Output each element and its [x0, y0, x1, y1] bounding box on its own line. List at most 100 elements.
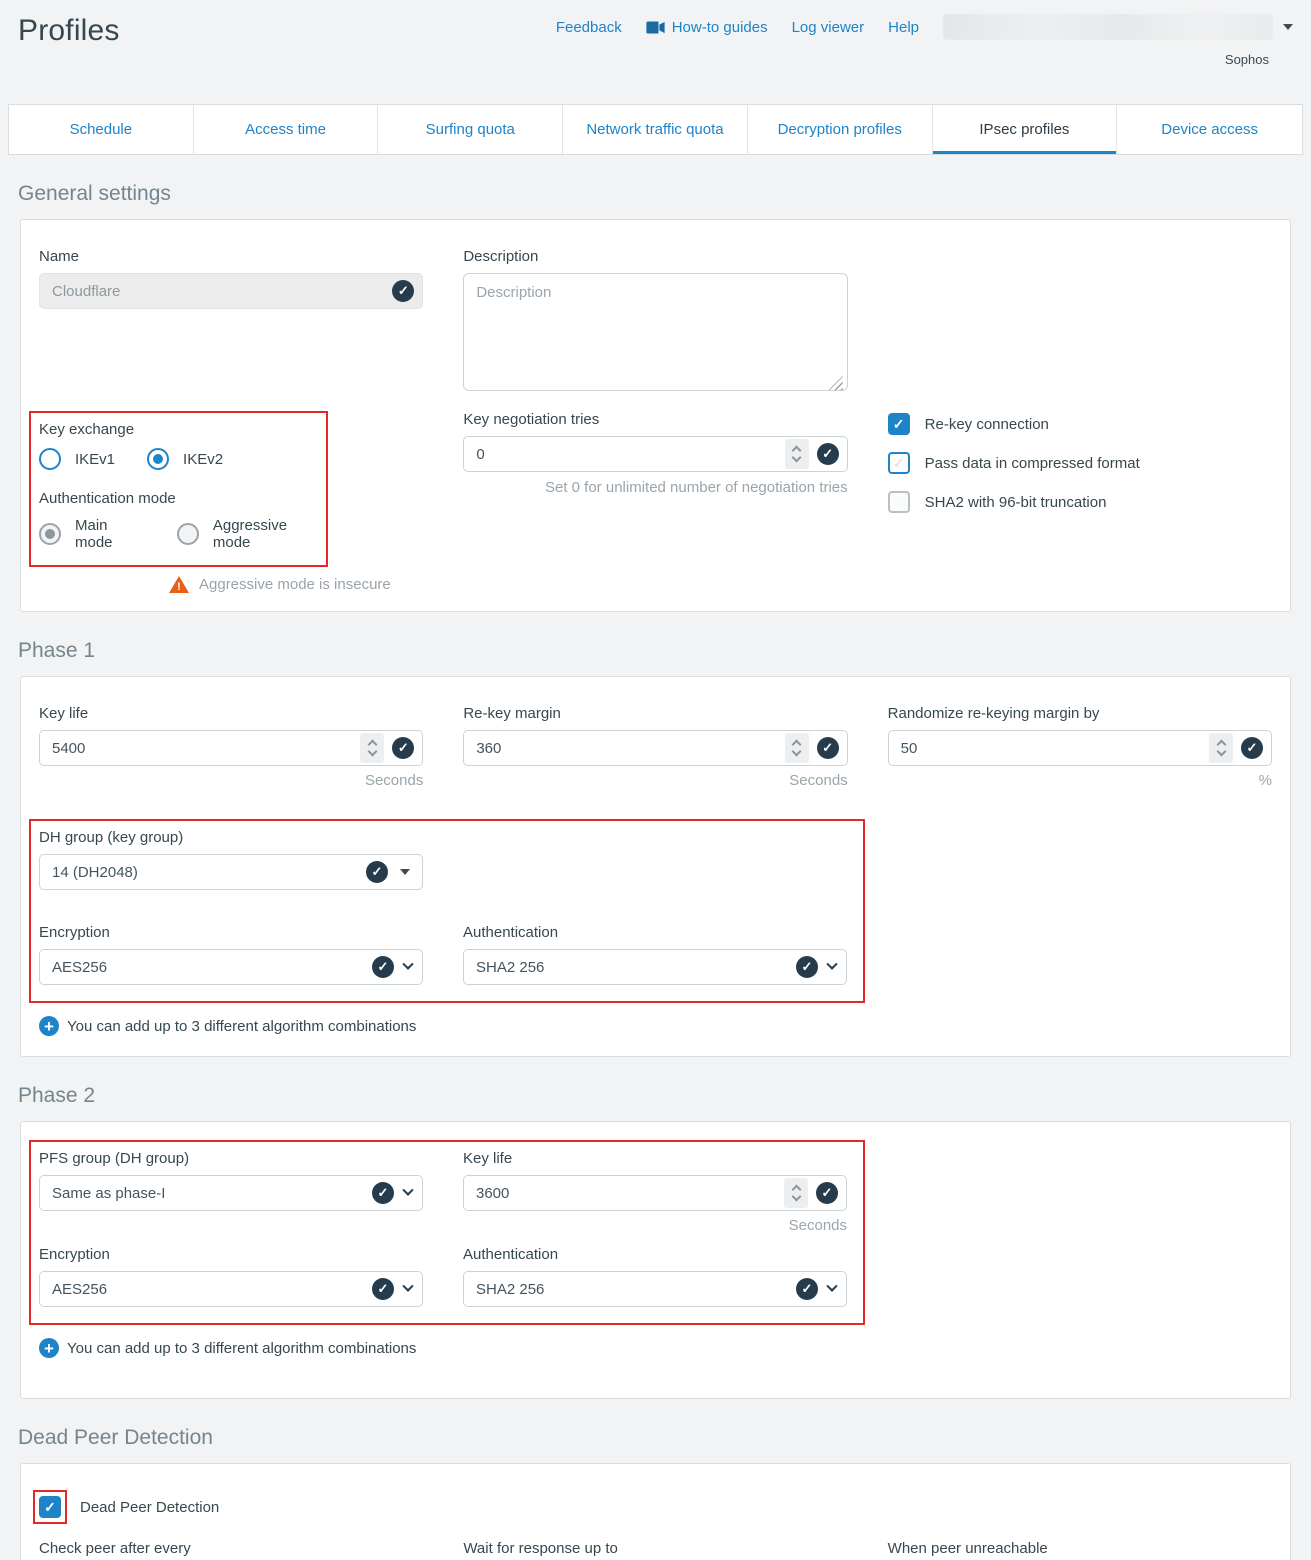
tab-decryption-profiles[interactable]: Decryption profiles: [748, 105, 933, 154]
tab-ipsec-profiles[interactable]: IPsec profiles: [933, 105, 1118, 154]
number-stepper[interactable]: [1209, 733, 1233, 763]
number-stepper[interactable]: [785, 439, 809, 469]
log-viewer-link[interactable]: Log viewer: [792, 19, 865, 36]
valid-check-icon: ✓: [796, 956, 818, 978]
account-menu[interactable]: [943, 14, 1293, 40]
video-camera-icon: [646, 21, 665, 34]
dpd-heading: Dead Peer Detection: [18, 1426, 1293, 1450]
aggressive-mode-label: Aggressive mode: [213, 517, 322, 551]
general-settings-card: Name Cloudflare ✓ Description Key exchan…: [20, 219, 1291, 612]
tab-surfing-quota[interactable]: Surfing quota: [378, 105, 563, 154]
name-label: Name: [39, 248, 423, 265]
p2-pfs-label: PFS group (DH group): [39, 1150, 423, 1167]
rekey-connection-checkbox[interactable]: ✓: [888, 413, 910, 435]
description-field[interactable]: [463, 273, 847, 391]
p2-key-life-input[interactable]: 3600 ✓: [463, 1175, 847, 1211]
chevron-down-icon: [402, 1185, 413, 1196]
p1-dh-group-label: DH group (key group): [39, 829, 423, 846]
valid-check-icon: ✓: [372, 1278, 394, 1300]
warning-icon: [169, 576, 189, 593]
tab-schedule[interactable]: Schedule: [9, 105, 194, 154]
dpd-toggle-label: Dead Peer Detection: [80, 1499, 219, 1516]
key-negotiation-label: Key negotiation tries: [463, 411, 847, 428]
profile-tabbar: Schedule Access time Surfing quota Netwo…: [8, 104, 1303, 155]
dpd-checkbox-annotation-box: ✓: [33, 1490, 67, 1524]
key-negotiation-input[interactable]: 0 ✓: [463, 436, 847, 472]
p2-authentication-select[interactable]: SHA2 256 ✓: [463, 1271, 847, 1307]
dropdown-caret-icon: [400, 869, 410, 875]
key-exchange-label: Key exchange: [39, 421, 322, 438]
valid-check-icon: ✓: [392, 737, 414, 759]
radio-aggressive-mode: [177, 523, 199, 545]
p1-authentication-select[interactable]: SHA2 256 ✓: [463, 949, 847, 985]
valid-check-icon: ✓: [372, 956, 394, 978]
p2-key-life-unit: Seconds: [463, 1217, 847, 1234]
p1-key-life-label: Key life: [39, 705, 423, 722]
dpd-card: ✓ Dead Peer Detection Check peer after e…: [20, 1463, 1291, 1560]
radio-ikev1[interactable]: [39, 448, 61, 470]
valid-check-icon: ✓: [1241, 737, 1263, 759]
p1-dh-group-select[interactable]: 14 (DH2048) ✓: [39, 854, 423, 890]
peer-unreachable-label: When peer unreachable: [888, 1540, 1272, 1557]
description-label: Description: [463, 248, 847, 265]
p2-add-note: You can add up to 3 different algorithm …: [67, 1340, 416, 1357]
chevron-down-icon: [402, 1281, 413, 1292]
aggressive-warning-text: Aggressive mode is insecure: [199, 576, 391, 593]
p1-key-life-input[interactable]: 5400 ✓: [39, 730, 423, 766]
p1-algorithms-annotation-box: DH group (key group) 14 (DH2048) ✓ Encry…: [29, 819, 865, 1003]
number-stepper[interactable]: [360, 733, 384, 763]
tab-access-time[interactable]: Access time: [194, 105, 379, 154]
p1-randomize-input[interactable]: 50 ✓: [888, 730, 1272, 766]
phase2-card: PFS group (DH group) Same as phase-I ✓ K…: [20, 1121, 1291, 1399]
p1-randomize-label: Randomize re-keying margin by: [888, 705, 1272, 722]
main-mode-label: Main mode: [75, 517, 145, 551]
page-title: Profiles: [18, 14, 120, 48]
p1-key-life-unit: Seconds: [39, 772, 423, 789]
chevron-down-icon: [826, 1281, 837, 1292]
auth-mode-label: Authentication mode: [39, 490, 322, 507]
name-field: Cloudflare ✓: [39, 273, 423, 309]
chevron-down-icon: [1283, 24, 1293, 30]
sha2-truncation-checkbox[interactable]: [888, 491, 910, 513]
ikev2-label: IKEv2: [183, 451, 223, 468]
phase1-card: Key life 5400 ✓ Seconds Re-key margin 36…: [20, 676, 1291, 1057]
p1-rekey-margin-input[interactable]: 360 ✓: [463, 730, 847, 766]
p1-rekey-margin-unit: Seconds: [463, 772, 847, 789]
account-name-redacted: [943, 14, 1273, 40]
dpd-checkbox[interactable]: ✓: [39, 1496, 61, 1518]
brand-label: Sophos: [1225, 52, 1269, 67]
compressed-format-label: Pass data in compressed format: [925, 455, 1140, 472]
ikev1-label: IKEv1: [75, 451, 115, 468]
radio-ikev2[interactable]: [147, 448, 169, 470]
p1-rekey-margin-label: Re-key margin: [463, 705, 847, 722]
p1-authentication-label: Authentication: [463, 924, 847, 941]
header: Profiles Feedback How-to guides Log view…: [0, 0, 1311, 100]
p2-algorithms-annotation-box: PFS group (DH group) Same as phase-I ✓ K…: [29, 1140, 865, 1325]
p1-add-note: You can add up to 3 different algorithm …: [67, 1018, 416, 1035]
feedback-link[interactable]: Feedback: [556, 19, 622, 36]
compressed-format-checkbox[interactable]: ✓: [888, 452, 910, 474]
rekey-connection-label: Re-key connection: [925, 416, 1049, 433]
number-stepper[interactable]: [784, 1178, 808, 1208]
tab-device-access[interactable]: Device access: [1117, 105, 1302, 154]
sha2-truncation-label: SHA2 with 96-bit truncation: [925, 494, 1107, 511]
howto-guides-link[interactable]: How-to guides: [646, 19, 768, 36]
valid-check-icon: ✓: [392, 280, 414, 302]
add-combination-icon[interactable]: +: [39, 1338, 59, 1358]
chevron-down-icon: [402, 959, 413, 970]
help-link[interactable]: Help: [888, 19, 919, 36]
p2-encryption-select[interactable]: AES256 ✓: [39, 1271, 423, 1307]
valid-check-icon: ✓: [796, 1278, 818, 1300]
add-combination-icon[interactable]: +: [39, 1016, 59, 1036]
p2-encryption-label: Encryption: [39, 1246, 423, 1263]
number-stepper[interactable]: [785, 733, 809, 763]
phase1-heading: Phase 1: [18, 639, 1293, 663]
valid-check-icon: ✓: [366, 861, 388, 883]
tab-network-traffic-quota[interactable]: Network traffic quota: [563, 105, 748, 154]
p2-pfs-select[interactable]: Same as phase-I ✓: [39, 1175, 423, 1211]
phase2-heading: Phase 2: [18, 1084, 1293, 1108]
check-peer-label: Check peer after every: [39, 1540, 423, 1557]
key-negotiation-hint: Set 0 for unlimited number of negotiatio…: [463, 479, 847, 496]
p1-encryption-select[interactable]: AES256 ✓: [39, 949, 423, 985]
chevron-down-icon: [826, 959, 837, 970]
